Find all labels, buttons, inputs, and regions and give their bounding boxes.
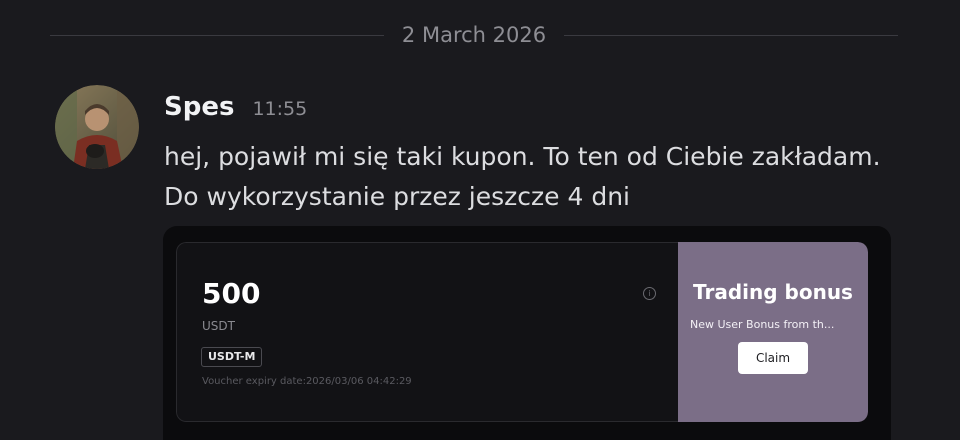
- divider-date: 2 March 2026: [401, 23, 547, 47]
- voucher-amount: 500: [202, 277, 261, 310]
- chat-view: 2 March 2026 Spes 11:55 hej, pojawił mi …: [0, 0, 960, 440]
- voucher-tag: USDT-M: [201, 347, 263, 367]
- claim-button: Claim: [738, 342, 808, 374]
- bonus-title: Trading bonus: [693, 280, 853, 304]
- info-icon: i: [643, 287, 656, 300]
- author-name[interactable]: Spes: [164, 92, 234, 122]
- avatar-image: [55, 85, 139, 169]
- avatar[interactable]: [55, 85, 139, 169]
- date-divider: 2 March 2026: [50, 22, 899, 48]
- voucher-details: 500 USDT USDT-M Voucher expiry date:2026…: [176, 242, 678, 422]
- voucher-card: 500 USDT USDT-M Voucher expiry date:2026…: [176, 242, 868, 422]
- divider-line-right: [564, 34, 899, 36]
- bonus-subtitle: New User Bonus from th...: [690, 318, 835, 331]
- voucher-expiry: Voucher expiry date:2026/03/06 04:42:29: [202, 376, 412, 387]
- message-timestamp: 11:55: [252, 98, 308, 120]
- divider-line-left: [50, 34, 384, 36]
- message-text: hej, pojawił mi się taki kupon. To ten o…: [164, 142, 881, 211]
- message-header: Spes 11:55: [164, 92, 307, 128]
- voucher-bonus-panel: Trading bonus New User Bonus from th... …: [678, 242, 868, 422]
- voucher-currency: USDT: [202, 319, 235, 333]
- image-attachment[interactable]: 500 USDT USDT-M Voucher expiry date:2026…: [163, 226, 891, 440]
